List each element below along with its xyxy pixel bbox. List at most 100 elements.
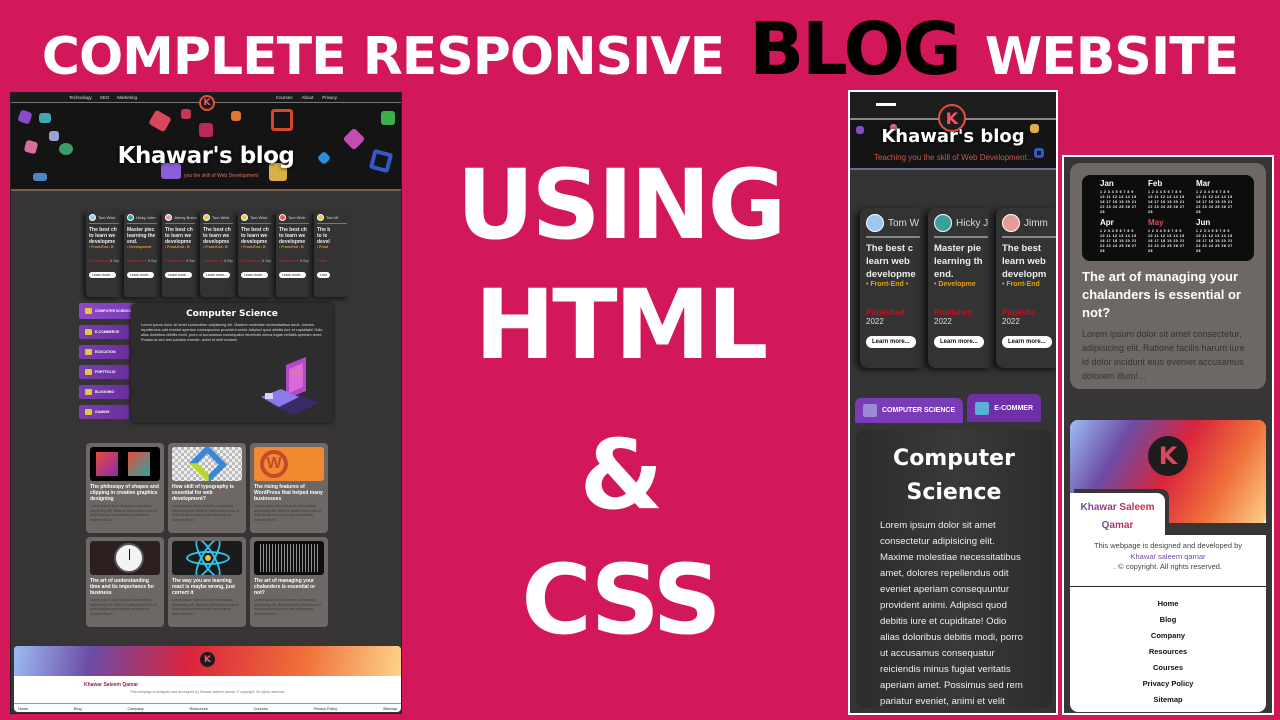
footer-link-courses[interactable]: Courses (254, 707, 268, 711)
footer-link-company[interactable]: Company (127, 707, 143, 711)
mobile-preview: Jan 1 2 3 4 5 6 7 8 9 10 11 12 13 14 15 1… (1062, 155, 1274, 715)
tab-computer-science[interactable]: COMPUTER SCIENCE (79, 303, 137, 319)
tab-computer-science[interactable]: COMPUTER SCIENCE (855, 398, 964, 423)
post-card[interactable]: How skill of typography is essential for… (168, 443, 246, 533)
blog-card[interactable]: Tom W The b to le devel • Front Publis Lear (314, 211, 350, 297)
site-subtitle: Teaching you the skill of Web Developmen… (874, 153, 1034, 162)
blog-card[interactable]: Tom Wick The best ch to learn we developme •… (238, 211, 274, 297)
footer-link-privacy-policy[interactable]: Privacy Policy (314, 707, 338, 711)
post-card[interactable]: W The rising features of WordPress that h… (250, 443, 328, 533)
center-text-css: CSS (521, 544, 721, 656)
blog-card[interactable]: Jimmy Bucer The best ch to learn we develop… (162, 211, 198, 297)
footer-link-company[interactable]: Company (1070, 628, 1266, 644)
tab-label: GAMING (95, 410, 110, 414)
desktop-hero: Khawar's blog you the skill of Web Devel… (11, 103, 401, 191)
nav-privacy[interactable]: Privacy (322, 95, 337, 100)
category-icon (85, 329, 92, 335)
footer-link-resources[interactable]: Resources (1070, 644, 1266, 660)
card-title: Master pie learning th end. (934, 243, 983, 280)
card-header: Tom W (317, 214, 347, 224)
computer-science-icon (863, 404, 877, 417)
post-card[interactable]: The art of understanding time and its im… (86, 537, 164, 627)
card-tags: • Front-End • (866, 281, 909, 288)
calendar-month-label: May (1148, 218, 1164, 227)
shape-decoration (181, 109, 191, 119)
learn-more-button[interactable]: Learn more... (89, 272, 116, 278)
nav-marketing[interactable]: Marketing (117, 95, 137, 100)
center-text-html: HTML (474, 269, 769, 381)
footer-link-home[interactable]: Home (18, 707, 28, 711)
learn-more-button[interactable]: Learn more... (127, 272, 154, 278)
nav-about[interactable]: About (301, 95, 313, 100)
tab-e-commerce[interactable]: E-COMMER (967, 394, 1042, 422)
footer-link-sitemap[interactable]: Sitemap (1070, 692, 1266, 708)
card-title: The best c learn web developme (866, 243, 916, 280)
blog-card[interactable]: Tom Wick The best ch to learn we developme •… (276, 211, 312, 297)
calendar-month: Jun 1 2 3 4 5 6 7 8 9 10 11 12 13 14 15 1… (1196, 218, 1236, 257)
nav-technology[interactable]: Technology (69, 95, 92, 100)
card-published: Published (934, 308, 973, 317)
card-title: The best ch to learn we developme (279, 227, 307, 245)
center-text-using: USING (456, 149, 787, 261)
shape-decoration (381, 111, 395, 125)
logo-icon[interactable]: K (938, 104, 966, 132)
footer-link-resources[interactable]: Resources (190, 707, 208, 711)
card-author: Tom W (888, 217, 920, 229)
learn-more-button[interactable]: Learn more... (934, 336, 984, 348)
card-published: Published on 8 Sep (279, 259, 310, 263)
avatar (89, 214, 96, 221)
desktop-preview: Technology SEO Marketing K Courses About… (10, 92, 402, 714)
blog-card[interactable]: Jimm The best learn web developm • Front-End… (996, 208, 1056, 368)
site-subtitle: you the skill of Web Development (183, 173, 259, 179)
post-card[interactable]: The art of managing your chalanders is e… (250, 537, 328, 627)
learn-more-button[interactable]: Learn more... (866, 336, 916, 348)
card-author: Hicky John (136, 215, 156, 220)
blog-card[interactable]: Tom Wick The best ch to learn we developme •… (200, 211, 236, 297)
blog-card[interactable]: Tom W The best c learn web developme • Front… (860, 208, 926, 368)
post-excerpt: Lorem ipsum dolor sit amet consectetur, … (90, 504, 157, 522)
headline-highlight: BLOG (749, 7, 961, 91)
learn-more-button[interactable]: Learn more... (279, 272, 306, 278)
calendar-days: 1 2 3 4 5 6 7 8 9 10 11 12 13 14 15 16 1… (1148, 190, 1185, 214)
blog-card[interactable]: Tom Wick The best ch to learn we developme •… (86, 211, 122, 297)
category-icon (85, 409, 92, 415)
card-author: Tom Wick (98, 215, 116, 220)
footer-link-courses[interactable]: Courses (1070, 660, 1266, 676)
footer-link-sitemap[interactable]: Sitemap (383, 707, 397, 711)
post-card[interactable]: Jan 1 2 3 4 5 6 7 8 9 10 11 12 13 14 15 1… (1070, 163, 1266, 389)
learn-more-button[interactable]: Learn more... (241, 272, 268, 278)
tab-education[interactable]: EDUCATION (79, 345, 129, 359)
post-card[interactable]: The philosopy of shapes and clipping in … (86, 443, 164, 533)
learn-more-button[interactable]: Lear (317, 272, 331, 278)
category-title: Computer Science (186, 309, 278, 319)
logo-icon[interactable]: K (199, 95, 215, 111)
nav-courses[interactable]: Courses (276, 95, 293, 100)
blog-card[interactable]: Hicky J Master pie learning th end. • Develo… (928, 208, 994, 368)
hamburger-icon[interactable] (876, 103, 896, 106)
blog-card[interactable]: Hicky John Master piec learning the end. • D… (124, 211, 160, 297)
tab-e-commerce[interactable]: E-COMMERCE (79, 325, 129, 339)
tab-label: EDUCATION (95, 350, 116, 354)
learn-more-button[interactable]: Learn more... (1002, 336, 1052, 348)
learn-more-button[interactable]: Learn more... (165, 272, 192, 278)
calendar-month-label: Feb (1148, 179, 1163, 188)
footer-link-blog[interactable]: Blog (1070, 612, 1266, 628)
footer-author-link[interactable]: Khawar saleem qamar (1070, 552, 1266, 563)
footer-link-home[interactable]: Home (1070, 596, 1266, 612)
learn-more-button[interactable]: Learn more... (203, 272, 230, 278)
tab-gaming[interactable]: GAMING (79, 405, 129, 419)
card-tags: • Developme (934, 281, 976, 288)
avatar (1002, 214, 1020, 232)
tab-blogging[interactable]: BLOGGING (79, 385, 129, 399)
post-card[interactable]: The way you are learning react is maybe … (168, 537, 246, 627)
footer-link-blog[interactable]: Blog (74, 707, 82, 711)
card-date: 8 Sep (300, 259, 310, 263)
nav-seo[interactable]: SEO (100, 95, 110, 100)
shopping-icon (975, 401, 990, 415)
category-body: Lorem ipsum dolor sit amet consectetur a… (141, 323, 323, 342)
calendar-month: Apr 1 2 3 4 5 6 7 8 9 10 11 12 13 14 15 1… (1100, 218, 1140, 257)
footer-author-name: Khawar Saleem Qamar (84, 682, 139, 688)
post-excerpt: Lorem ipsum dolor sit amet consectetur, … (90, 598, 157, 616)
tab-portfolio[interactable]: PORTFOLIO (79, 365, 129, 379)
footer-link-privacy-policy[interactable]: Privacy Policy (1070, 676, 1266, 692)
